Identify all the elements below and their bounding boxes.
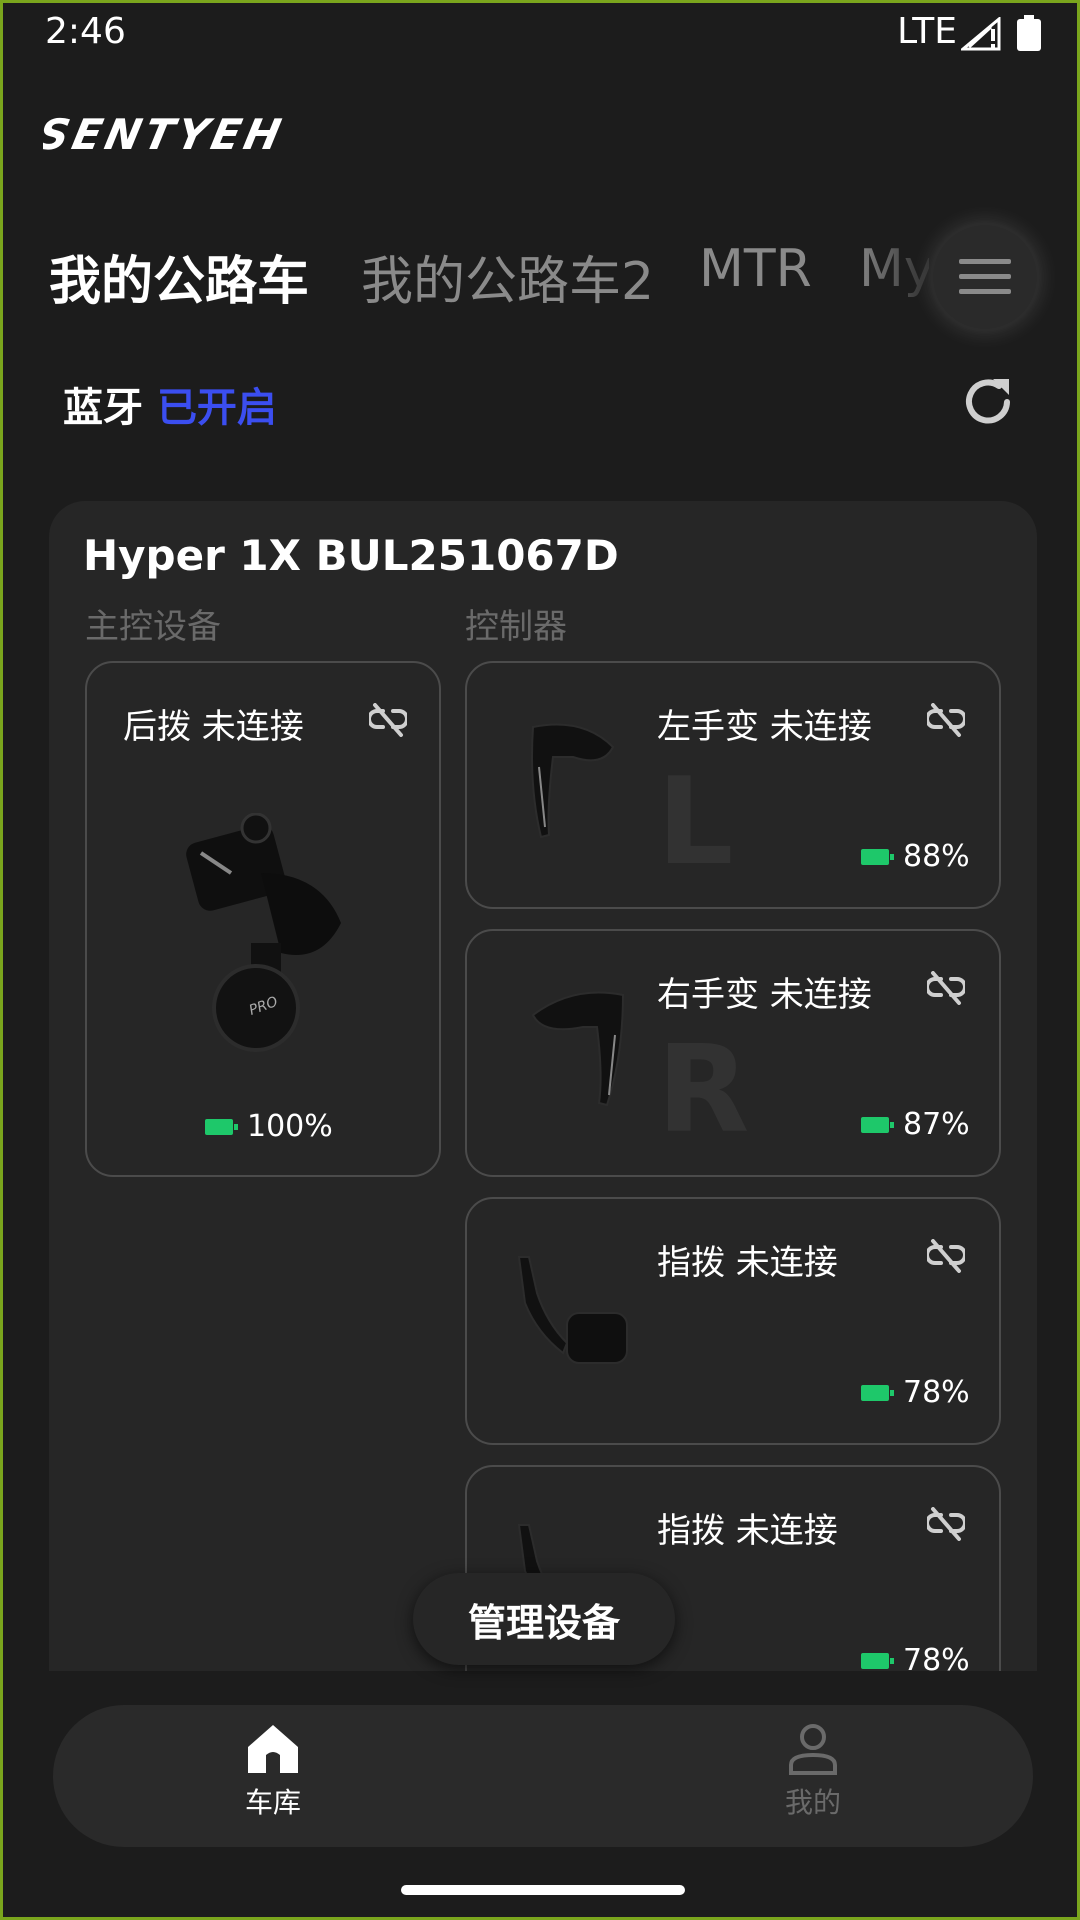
- manage-devices-button[interactable]: 管理设备: [413, 1573, 675, 1665]
- nav-mine[interactable]: 我的: [763, 1723, 863, 1821]
- person-icon: [789, 1724, 837, 1775]
- home-indicator[interactable]: [401, 1885, 685, 1895]
- home-icon: [248, 1725, 298, 1773]
- bottom-nav: [53, 1705, 1033, 1847]
- nav-garage[interactable]: 车库: [223, 1723, 323, 1821]
- finger-shifter-battery: 78%: [861, 1643, 970, 1671]
- battery-level-icon: [861, 1652, 894, 1669]
- battery-percent: 78%: [903, 1643, 970, 1671]
- finger-shifter-title: 指拨 未连接: [657, 1511, 838, 1551]
- nav-mine-label: 我的: [784, 1786, 841, 1819]
- unlink-icon: [925, 1507, 967, 1545]
- panel-clip: 指拨 未连接 78%: [3, 3, 1080, 1671]
- nav-garage-label: 车库: [244, 1786, 301, 1819]
